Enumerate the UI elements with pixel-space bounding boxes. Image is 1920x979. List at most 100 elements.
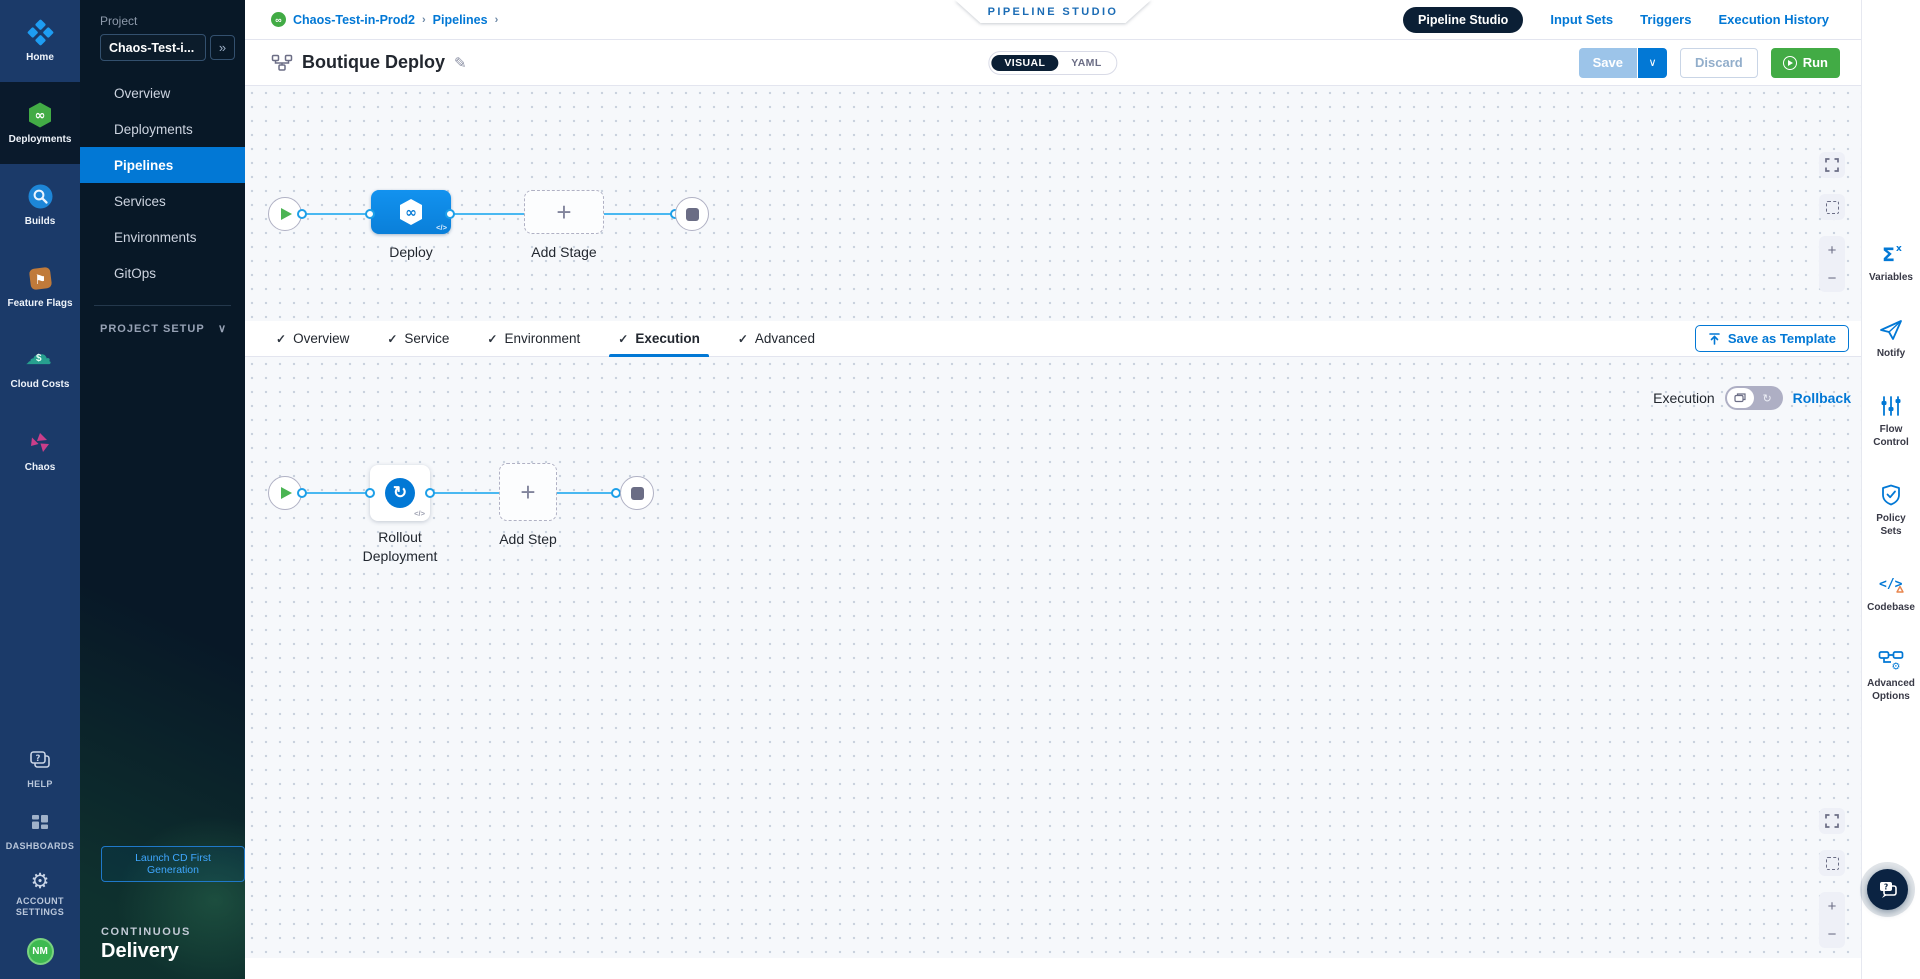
variables-icon: Σ x <box>1878 242 1904 266</box>
fullscreen-button[interactable] <box>1819 808 1845 834</box>
add-step-node[interactable]: + <box>499 463 557 521</box>
pipeline-toolbar: Boutique Deploy ✎ VISUAL YAML Save ∨ Dis… <box>245 40 1861 86</box>
link-dot[interactable] <box>365 488 375 498</box>
tab-execution-history[interactable]: Execution History <box>1718 12 1829 27</box>
sidebar-item-pipelines[interactable]: Pipelines <box>80 147 245 183</box>
sidebar-item-account-settings[interactable]: ⚙ ACCOUNT SETTINGS <box>0 862 80 928</box>
expand-project-icon[interactable]: » <box>210 35 235 60</box>
pipeline-tools-rail: Σ x Variables Notify FlowControl <box>1861 0 1920 979</box>
breadcrumb-project-link[interactable]: Chaos-Test-in-Prod2 <box>293 13 415 27</box>
variables-button[interactable]: Σ x Variables <box>1869 242 1913 284</box>
flow-control-button[interactable]: FlowControl <box>1873 394 1909 449</box>
rollback-link[interactable]: Rollback <box>1793 390 1851 406</box>
sidebar-item-label: Feature Flags <box>7 298 72 310</box>
stage-config-tabs: ✓ Overview ✓ Service ✓ Environment ✓ Exe… <box>245 321 1861 357</box>
link-dot[interactable] <box>365 209 375 219</box>
execution-rollback-toggle[interactable]: ↻ <box>1725 386 1783 410</box>
stop-icon <box>686 208 699 221</box>
user-avatar[interactable]: NM <box>27 938 54 965</box>
sidebar-item-chaos[interactable]: Chaos <box>0 410 80 492</box>
execution-graph-canvas[interactable]: Execution ↻ Rollback ↻ </> <box>245 357 1861 958</box>
add-stage-node[interactable]: + <box>524 190 604 234</box>
product-name: Delivery <box>101 940 245 963</box>
fullscreen-button[interactable] <box>1819 152 1845 178</box>
tab-service[interactable]: ✓ Service <box>378 321 458 357</box>
sidebar-item-environments[interactable]: Environments <box>80 219 245 255</box>
plus-icon: + <box>520 479 535 505</box>
home-icon <box>26 19 54 47</box>
visual-toggle-option[interactable]: VISUAL <box>991 55 1058 71</box>
rollout-deployment-icon: ↻ <box>385 478 415 508</box>
tab-environment[interactable]: ✓ Environment <box>478 321 589 357</box>
sidebar-item-feature-flags[interactable]: ⚑ Feature Flags <box>0 246 80 328</box>
breadcrumb-pipelines-link[interactable]: Pipelines <box>433 13 488 27</box>
project-setup-toggle[interactable]: PROJECT SETUP ∨ <box>80 306 245 335</box>
sidebar-item-overview[interactable]: Overview <box>80 75 245 111</box>
codebase-button[interactable]: </> Codebase <box>1867 572 1915 614</box>
launch-cd-first-gen-button[interactable]: Launch CD First Generation <box>101 846 245 882</box>
sidebar-item-deployments[interactable]: ∞ Deployments <box>0 82 80 164</box>
discard-button[interactable]: Discard <box>1680 48 1758 78</box>
yaml-toggle-option[interactable]: YAML <box>1058 55 1114 71</box>
run-button[interactable]: Run <box>1771 48 1840 78</box>
deployments-icon: ∞ <box>26 101 54 129</box>
zoom-out-button[interactable]: − <box>1819 920 1845 948</box>
svg-text:?: ? <box>1883 882 1887 891</box>
link-dot[interactable] <box>425 488 435 498</box>
save-button[interactable]: Save <box>1579 48 1637 78</box>
link-dot[interactable] <box>297 209 307 219</box>
save-split-button: Save ∨ <box>1579 48 1667 78</box>
notify-button[interactable]: Notify <box>1877 318 1905 360</box>
project-selector[interactable]: Chaos-Test-i... <box>100 34 206 61</box>
sidebar-item-deployments-link[interactable]: Deployments <box>80 111 245 147</box>
execution-view-icon <box>1727 388 1754 408</box>
add-stage-label: Add Stage <box>531 244 596 260</box>
tab-overview[interactable]: ✓ Overview <box>267 321 358 357</box>
pipeline-end-node[interactable] <box>675 197 709 231</box>
chevron-down-icon: ∨ <box>218 322 227 335</box>
fit-to-screen-button[interactable] <box>1819 194 1845 220</box>
project-section-label: Project <box>100 14 245 28</box>
stage-code-icon: </> <box>436 223 447 232</box>
policy-sets-icon <box>1879 483 1903 507</box>
policy-sets-button[interactable]: PolicySets <box>1876 483 1905 538</box>
plus-icon: + <box>556 199 571 225</box>
tab-pipeline-studio[interactable]: Pipeline Studio <box>1403 7 1523 33</box>
stage-node-deploy[interactable]: ∞ </> <box>371 190 451 234</box>
zoom-in-button[interactable]: + <box>1819 892 1845 920</box>
save-options-caret[interactable]: ∨ <box>1637 48 1667 78</box>
notify-icon <box>1878 318 1904 342</box>
canvas-controls: + − <box>1819 808 1845 948</box>
sidebar-item-builds[interactable]: Builds <box>0 164 80 246</box>
template-upload-icon <box>1708 332 1721 345</box>
tab-triggers[interactable]: Triggers <box>1640 12 1691 27</box>
sidebar-item-gitops[interactable]: GitOps <box>80 255 245 291</box>
edit-icon[interactable]: ✎ <box>454 54 467 72</box>
link-dot[interactable] <box>297 488 307 498</box>
execution-end-node[interactable] <box>620 476 654 510</box>
builds-icon <box>26 183 54 211</box>
add-step-label: Add Step <box>499 531 557 547</box>
sidebar-item-home[interactable]: Home <box>0 0 80 82</box>
gear-icon: ⚙ <box>31 871 50 892</box>
zoom-in-button[interactable]: + <box>1819 236 1845 264</box>
sidebar-item-services[interactable]: Services <box>80 183 245 219</box>
save-as-template-button[interactable]: Save as Template <box>1695 325 1849 352</box>
chat-bubble-icon: ? <box>1877 880 1899 900</box>
advanced-options-button[interactable]: ⚙ AdvancedOptions <box>1867 648 1915 703</box>
sidebar-item-label: ACCOUNT SETTINGS <box>9 896 71 919</box>
step-node-rollout-deployment[interactable]: ↻ </> <box>370 465 430 521</box>
stage-graph-canvas[interactable]: ∞ </> Deploy + Add Stage <box>245 86 1861 321</box>
sidebar-item-cloud-costs[interactable]: ☁ $ Cloud Costs <box>0 328 80 410</box>
sidebar-item-help[interactable]: ? HELP <box>0 738 80 800</box>
tab-input-sets[interactable]: Input Sets <box>1550 12 1613 27</box>
tab-advanced[interactable]: ✓ Advanced <box>729 321 824 357</box>
tab-execution[interactable]: ✓ Execution <box>609 321 709 357</box>
start-play-icon <box>281 487 292 499</box>
sidebar-item-dashboards[interactable]: DASHBOARDS <box>0 800 80 862</box>
link-dot[interactable] <box>445 209 455 219</box>
fit-to-screen-button[interactable] <box>1819 850 1845 876</box>
zoom-out-button[interactable]: − <box>1819 264 1845 292</box>
svg-text:x: x <box>1896 244 1902 254</box>
help-chat-fab[interactable]: ? <box>1867 869 1908 910</box>
